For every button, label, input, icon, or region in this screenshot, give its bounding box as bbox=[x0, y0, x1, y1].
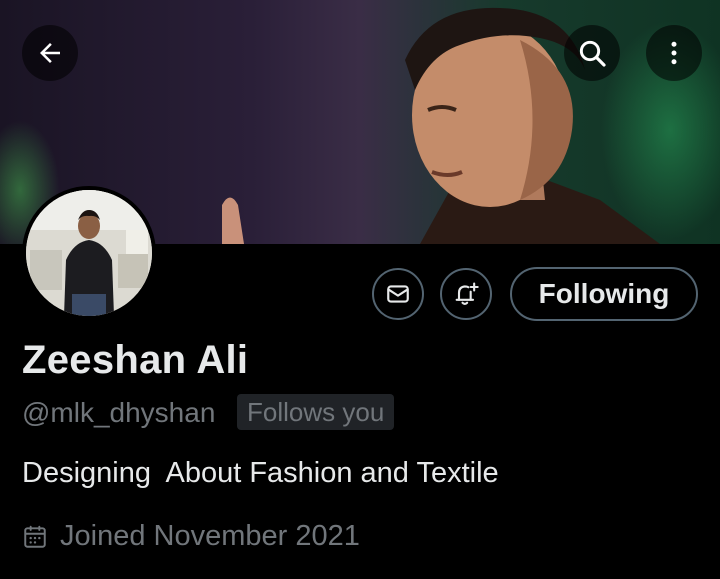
avatar[interactable] bbox=[22, 186, 156, 320]
search-button[interactable] bbox=[564, 25, 620, 81]
profile-bio: Designing About Fashion and Textile bbox=[22, 457, 499, 489]
follows-you-label: Follows you bbox=[247, 396, 385, 427]
follows-you-badge: Follows you bbox=[237, 394, 395, 430]
more-vertical-icon bbox=[671, 41, 677, 65]
back-button[interactable] bbox=[22, 25, 78, 81]
notifications-button[interactable] bbox=[440, 268, 492, 320]
following-button[interactable]: Following bbox=[510, 267, 698, 321]
search-icon bbox=[579, 40, 606, 67]
user-handle: @mlk_dhyshan bbox=[22, 397, 216, 428]
avatar-photo bbox=[26, 190, 152, 316]
following-button-label: Following bbox=[538, 278, 670, 309]
joined-date-row: Joined November 2021 bbox=[22, 520, 360, 553]
more-options-button[interactable] bbox=[646, 25, 702, 81]
bell-plus-icon bbox=[455, 282, 479, 305]
display-name: Zeeshan Ali bbox=[22, 338, 249, 382]
arrow-left-icon bbox=[40, 43, 60, 63]
calendar-icon bbox=[24, 525, 46, 548]
envelope-icon bbox=[387, 285, 409, 303]
joined-date-text: Joined November 2021 bbox=[60, 520, 360, 552]
message-button[interactable] bbox=[372, 268, 424, 320]
